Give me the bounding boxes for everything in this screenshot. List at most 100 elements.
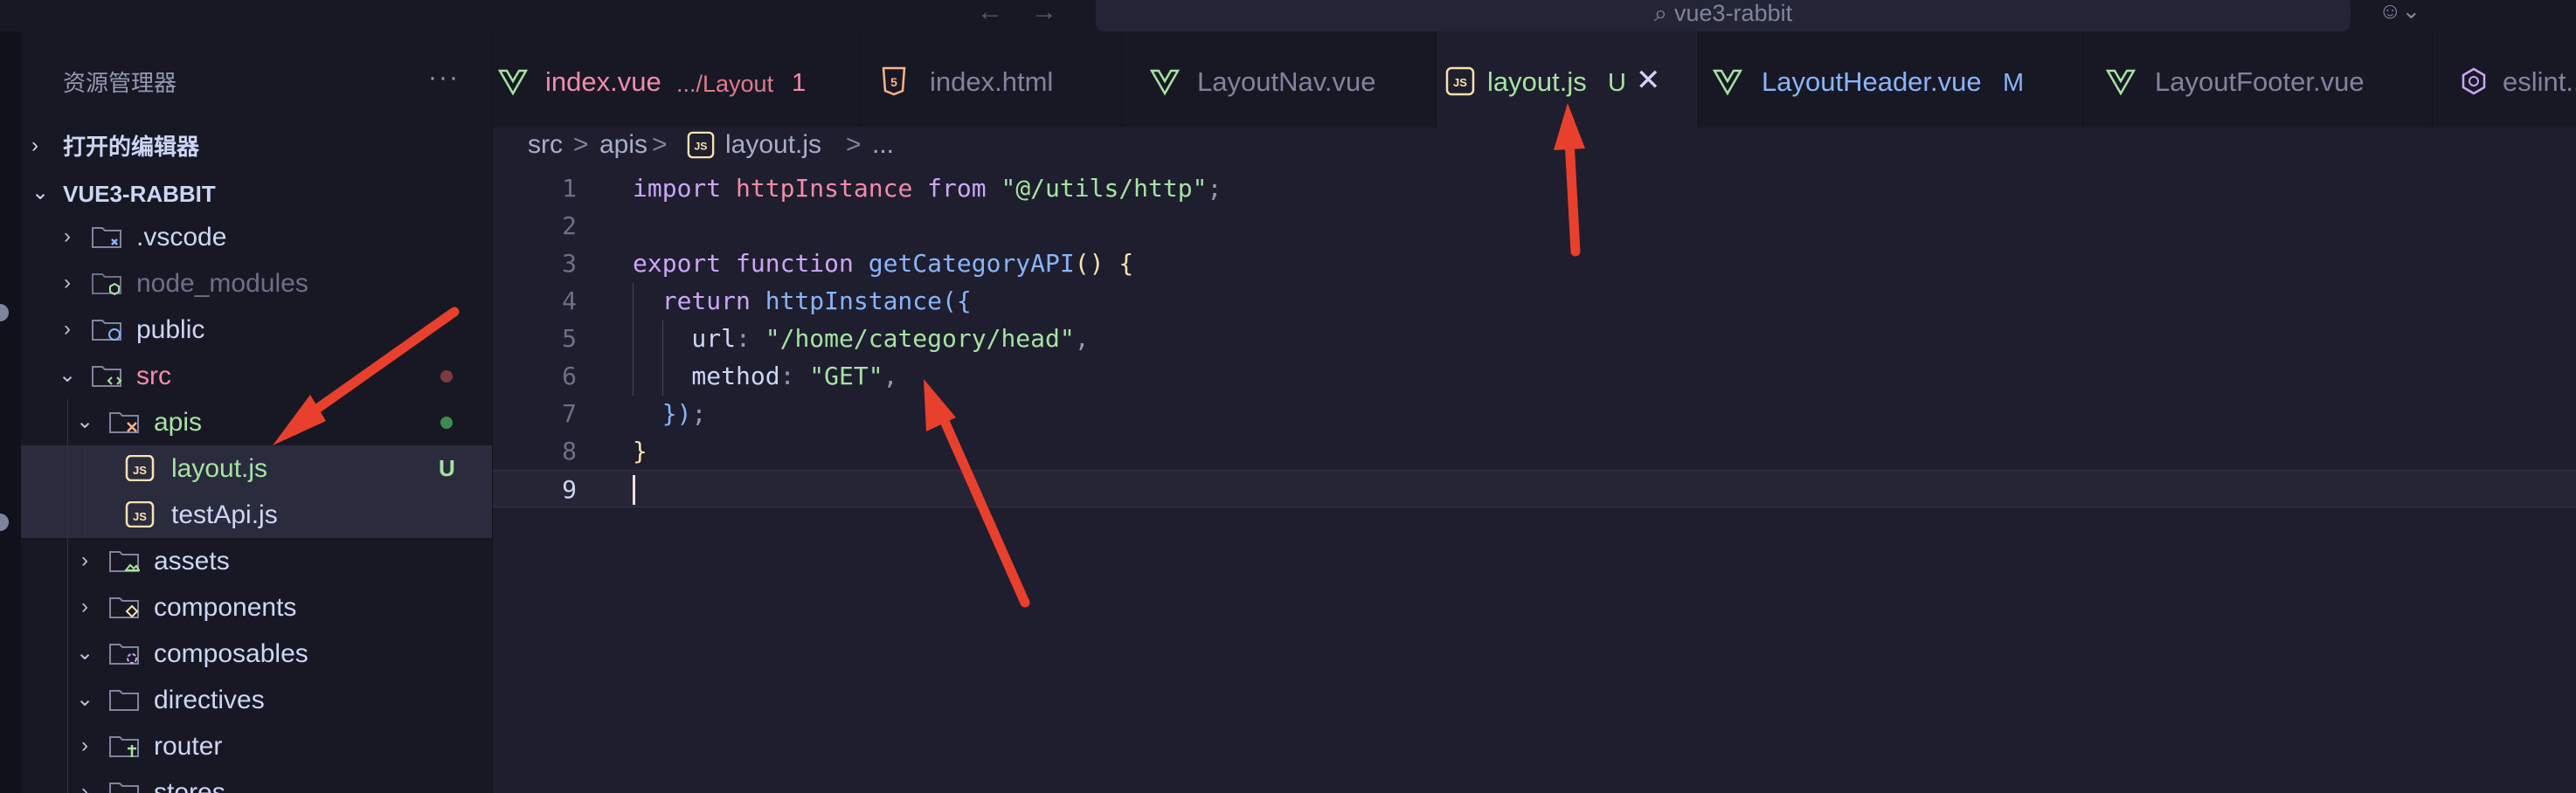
code-token: "@/utils/http" — [1001, 174, 1208, 203]
folder-icon — [109, 690, 139, 711]
tree-item-directives[interactable]: ⌄ directives — [21, 677, 492, 723]
code-token: function — [736, 249, 869, 278]
tab-index-vue[interactable]: index.vue .../Layout 1 — [493, 31, 860, 136]
tree-item-label: apis — [154, 408, 203, 437]
breadcrumb-separator: > — [846, 130, 862, 159]
folder-components-icon — [109, 597, 139, 618]
code-token: url — [633, 324, 737, 353]
line-number: 7 — [562, 399, 577, 428]
code-line[interactable]: 7 }); — [493, 395, 2576, 432]
modified-dot — [440, 370, 453, 383]
explorer-title: 资源管理器 — [63, 70, 177, 96]
code-line[interactable]: 1 import httpInstance from "@/utils/http"… — [493, 169, 2576, 207]
more-actions-icon[interactable]: ··· — [428, 63, 460, 93]
tab-label: LayoutNav.vue — [1197, 66, 1376, 97]
open-editors-section[interactable]: › 打开的编辑器 — [21, 126, 492, 168]
indent-guide — [67, 399, 68, 793]
html5-icon: 5 — [882, 66, 906, 96]
tab-layoutfooter-vue[interactable]: LayoutFooter.vue — [2083, 31, 2433, 136]
project-section[interactable]: ⌄ VUE3-RABBIT — [21, 173, 492, 215]
forward-arrow-icon[interactable]: → — [1031, 0, 1057, 25]
command-center-search[interactable]: ⌕ vue3-rabbit — [1096, 0, 2351, 31]
tree-item-label: public — [136, 315, 205, 344]
code-token: , — [1074, 324, 1090, 353]
tree-item-label: stores — [154, 778, 225, 793]
vue-icon — [1150, 69, 1180, 96]
chevron-down-icon: ⌄ — [58, 363, 77, 387]
chevron-down-icon: ⌄ — [75, 410, 94, 433]
activity-bar — [0, 31, 21, 793]
tab-eslint[interactable]: eslint... — [2433, 31, 2576, 136]
code-line[interactable]: 2 — [493, 207, 2576, 245]
tree-item-layout-js[interactable]: JS layout.js U — [21, 445, 492, 492]
code-line[interactable]: 9 — [493, 470, 2576, 507]
tree-item-label: layout.js — [171, 454, 268, 483]
folder-router-icon — [109, 736, 139, 757]
folder-stores-icon — [109, 783, 139, 793]
tree-item-label: src — [136, 362, 171, 390]
workspace-name: vue3-rabbit — [1674, 0, 1793, 26]
code-line[interactable]: 8} — [493, 432, 2576, 470]
code-token: return — [633, 286, 765, 315]
chevron-right-icon: › — [64, 271, 71, 294]
untracked-dot — [440, 417, 453, 429]
tree-item-components[interactable]: › components — [21, 584, 492, 631]
tree-item-public[interactable]: › public — [21, 307, 492, 353]
breadcrumb: src > apis > JS layout.js > ... — [493, 128, 2576, 162]
project-label: VUE3-RABBIT — [63, 181, 216, 207]
tree-item-apis[interactable]: ⌄ apis — [21, 399, 492, 445]
tab-layoutheader-vue[interactable]: LayoutHeader.vue M — [1699, 31, 2083, 136]
tree-item-assets[interactable]: › assets — [21, 538, 492, 584]
code-line[interactable]: 6 method: "GET", — [493, 357, 2576, 395]
tab-layoutnav-vue[interactable]: LayoutNav.vue — [1122, 31, 1437, 136]
tab-layout-js[interactable]: JS layout.js U ✕ — [1437, 31, 1699, 136]
line-number: 2 — [562, 211, 577, 240]
chevron-right-icon: › — [81, 734, 88, 757]
explorer-sidebar: 资源管理器 ··· › 打开的编辑器 ⌄ VUE3-RABBIT › .vsco… — [21, 31, 493, 793]
svg-text:JS: JS — [1453, 76, 1467, 89]
code-text: method: "GET", — [633, 357, 897, 395]
code-token: , — [883, 362, 898, 390]
tab-label: index.html — [930, 66, 1054, 97]
breadcrumb-ellipsis[interactable]: ... — [872, 128, 894, 162]
breadcrumb-apis[interactable]: apis — [599, 128, 647, 162]
activity-account-icon[interactable] — [0, 304, 9, 321]
code-token: "GET" — [809, 362, 883, 390]
tree-item-src[interactable]: ⌄ src — [21, 353, 492, 399]
code-text: export function getCategoryAPI() { — [633, 245, 1133, 282]
tree-item-label: testApi.js — [171, 500, 278, 529]
code-token: ({ — [942, 286, 972, 315]
code-editor[interactable]: 1 import httpInstance from "@/utils/http"… — [493, 162, 2576, 793]
folder-apis-icon — [109, 412, 139, 433]
code-line[interactable]: 5 url: "/home/category/head", — [493, 320, 2576, 357]
tree-item-router[interactable]: › router — [21, 723, 492, 769]
back-arrow-icon[interactable]: ← — [977, 0, 1003, 25]
close-icon[interactable]: ✕ — [1636, 65, 1661, 96]
code-text: }); — [633, 395, 707, 432]
tree-item-composables[interactable]: ⌄ composables — [21, 631, 492, 677]
svg-text:5: 5 — [890, 75, 897, 89]
copilot-icon[interactable]: ☺⌄ — [2379, 0, 2431, 24]
folder-src-icon — [92, 366, 122, 387]
tree-item-node-modules[interactable]: › node_modules — [21, 260, 492, 307]
open-editors-label: 打开的编辑器 — [63, 134, 200, 160]
code-text: return httpInstance({ — [633, 282, 972, 320]
js-icon: JS — [687, 131, 715, 159]
code-text: import httpInstance from "@/utils/http"; — [633, 169, 1222, 207]
chevron-right-icon: › — [81, 780, 88, 793]
tree-item-testapi-js[interactable]: JS testApi.js — [21, 492, 492, 538]
tab-index-html[interactable]: 5 index.html — [860, 31, 1122, 136]
js-file-icon: JS — [125, 501, 155, 528]
vue-icon — [2106, 69, 2136, 96]
breadcrumb-layout-js[interactable]: layout.js — [725, 128, 821, 162]
svg-text:JS: JS — [133, 464, 147, 477]
tree-item-label: router — [154, 732, 223, 761]
activity-settings-icon[interactable] — [0, 514, 9, 531]
code-line[interactable]: 3 export function getCategoryAPI() { — [493, 245, 2576, 282]
line-number: 5 — [562, 324, 577, 353]
folder-assets-icon — [109, 551, 140, 572]
code-line[interactable]: 4 return httpInstance({ — [493, 282, 2576, 320]
tree-item-stores[interactable]: › stores — [21, 769, 492, 793]
breadcrumb-src[interactable]: src — [528, 128, 563, 162]
tree-item-vscode[interactable]: › .vscode — [21, 214, 492, 260]
